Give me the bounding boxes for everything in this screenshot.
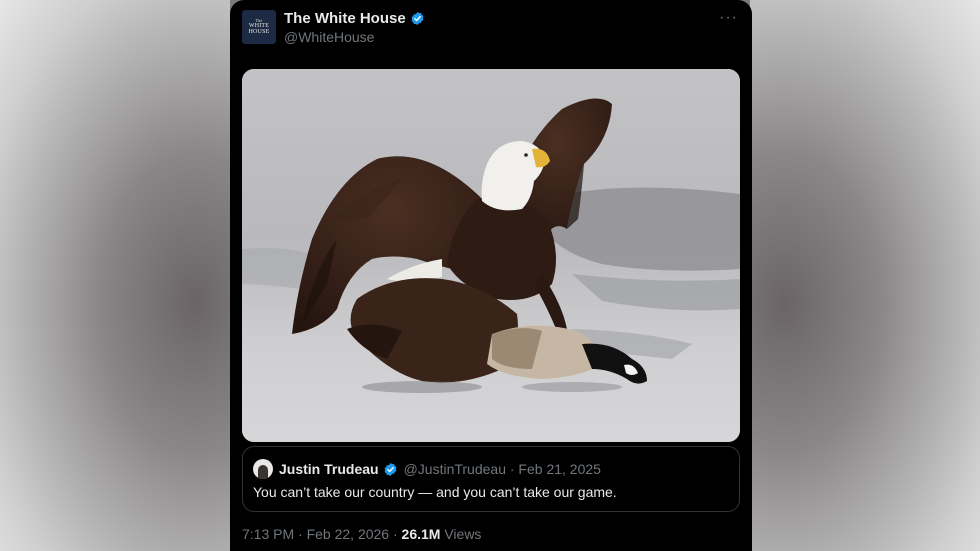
post-timestamp[interactable]: 7:13 PM · Feb 22, 2026 · (242, 526, 402, 542)
verified-badge-icon (411, 11, 424, 26)
author-display-name[interactable]: The White House (284, 10, 406, 27)
quoted-tweet-text: You can’t take our country — and you can… (253, 484, 617, 500)
background-left (0, 0, 230, 551)
views-count: 26.1M (401, 526, 441, 542)
more-horizontal-icon[interactable]: ··· (719, 9, 738, 27)
author-avatar[interactable]: The WHITE HOUSE (242, 10, 276, 44)
eagle-goose-photo (242, 69, 740, 442)
author-name-row[interactable]: The White House (284, 10, 425, 27)
person-silhouette-icon (258, 465, 268, 479)
views-label: Views (440, 526, 482, 542)
post-footer: 7:13 PM · Feb 22, 2026 · 26.1M Views (242, 526, 481, 542)
post-photo[interactable] (242, 69, 740, 442)
avatar-text-line: HOUSE (248, 29, 270, 35)
background-right (750, 0, 980, 551)
tweet-card[interactable]: The WHITE HOUSE The White House @WhiteHo… (230, 0, 752, 551)
quoted-author-avatar[interactable] (253, 459, 273, 479)
verified-badge-icon (384, 462, 397, 476)
author-handle[interactable]: @WhiteHouse (284, 29, 374, 45)
quoted-author-meta: @JustinTrudeau · Feb 21, 2025 (403, 461, 601, 477)
quoted-tweet-header: Justin Trudeau @JustinTrudeau · Feb 21, … (253, 459, 601, 479)
quoted-tweet[interactable]: Justin Trudeau @JustinTrudeau · Feb 21, … (242, 446, 740, 512)
quoted-author-name[interactable]: Justin Trudeau (279, 461, 379, 477)
